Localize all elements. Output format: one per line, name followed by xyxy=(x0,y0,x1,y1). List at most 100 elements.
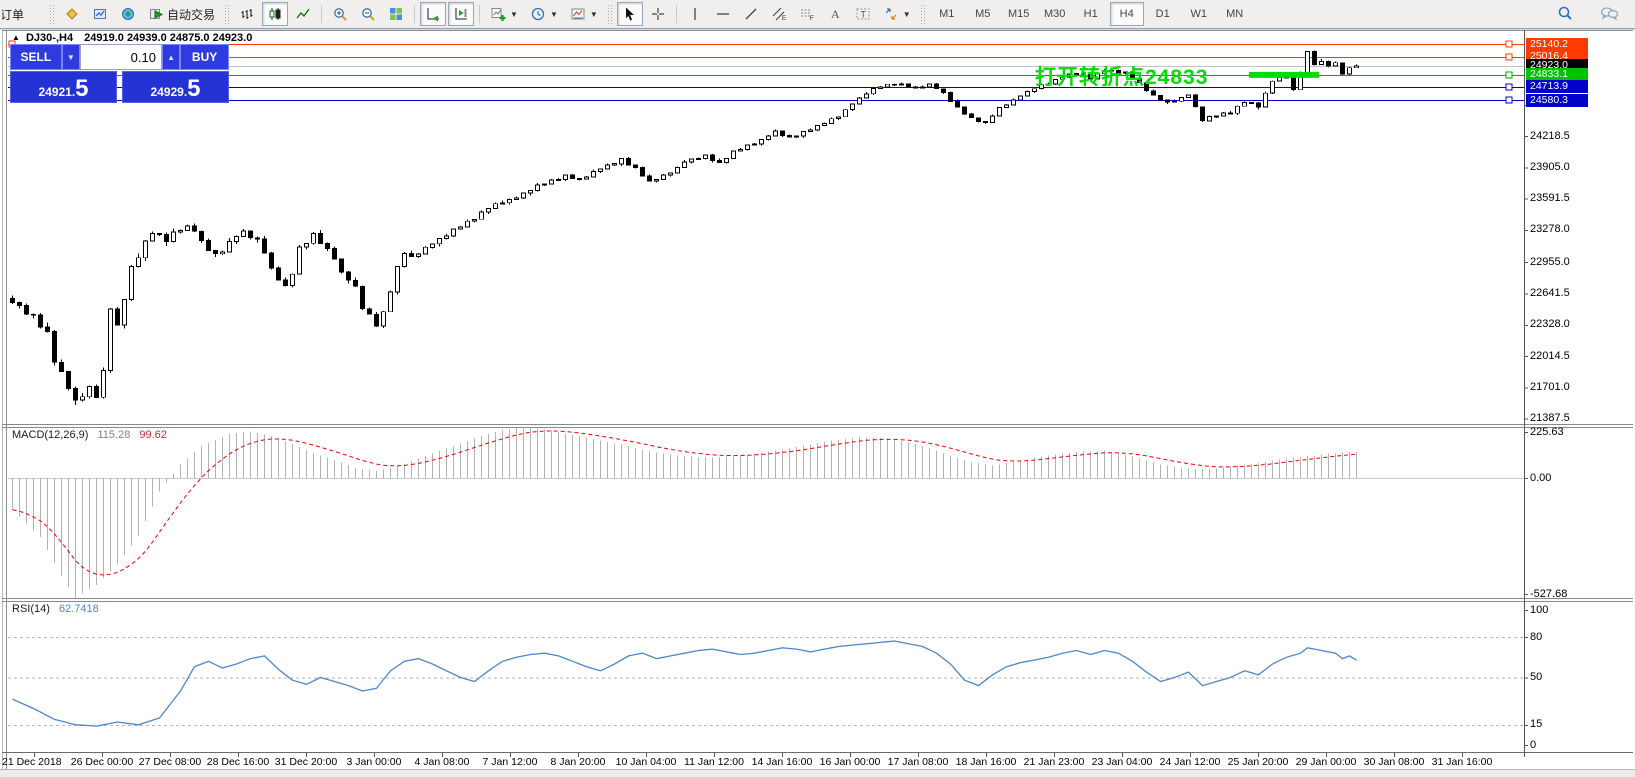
svg-text:A: A xyxy=(831,7,840,21)
main-toolbar: 订单 自动交易 xyxy=(0,0,1635,29)
triangle-down-icon: ▼ xyxy=(67,53,75,62)
chevron-down-icon: ▼ xyxy=(550,10,558,19)
triangle-up-icon: ▲ xyxy=(167,53,175,62)
toolbar-separator xyxy=(321,5,322,23)
volume-input[interactable] xyxy=(80,44,162,70)
timeframe-D1[interactable]: D1 xyxy=(1146,2,1180,26)
equidistant-channel-icon: E xyxy=(771,6,787,22)
data-window-button[interactable] xyxy=(87,2,113,26)
search-button[interactable] xyxy=(1551,2,1579,26)
indicators-button[interactable]: ▼ xyxy=(485,2,523,26)
vertical-line-button[interactable] xyxy=(682,2,708,26)
autotrade-button[interactable]: 自动交易 xyxy=(143,2,220,26)
zoom-out-button[interactable] xyxy=(355,2,381,26)
data-window-icon xyxy=(92,6,108,22)
toolbar-separator xyxy=(676,5,677,23)
tile-windows-icon xyxy=(388,6,404,22)
candlestick-chart-button[interactable] xyxy=(262,2,288,26)
timeframe-H1[interactable]: H1 xyxy=(1074,2,1108,26)
arrows-button[interactable]: ▼ xyxy=(878,2,916,26)
indicators-icon xyxy=(490,6,506,22)
timeframe-M1[interactable]: M1 xyxy=(930,2,964,26)
timeframe-M15[interactable]: M15 xyxy=(1002,2,1036,26)
chat-button[interactable] xyxy=(1594,2,1624,26)
macd-header: MACD(12,26,9) 115.28 99.62 xyxy=(12,429,167,441)
new-order-icon xyxy=(64,6,80,22)
chart-shift-button[interactable] xyxy=(448,2,474,26)
templates-button[interactable]: ▼ xyxy=(565,2,603,26)
sell-button-label: SELL xyxy=(21,50,52,64)
rsi-value: 62.7418 xyxy=(59,603,99,615)
toolbar-grip[interactable] xyxy=(607,4,613,24)
horizontal-line-button[interactable] xyxy=(710,2,736,26)
toolbar-grip[interactable] xyxy=(49,4,55,24)
buy-price-big-digit: 5 xyxy=(187,79,200,99)
svg-text:E: E xyxy=(782,16,786,22)
toolbar-grip[interactable] xyxy=(224,4,230,24)
svg-text:T: T xyxy=(860,10,866,20)
text-label-icon: T xyxy=(855,6,871,22)
candlestick-chart-icon xyxy=(267,6,283,22)
sell-price-big-digit: 5 xyxy=(75,79,88,99)
line-chart-button[interactable] xyxy=(290,2,316,26)
autotrade-icon xyxy=(148,6,164,22)
periods-button[interactable]: ▼ xyxy=(525,2,563,26)
line-chart-icon xyxy=(295,6,311,22)
chart-canvas[interactable] xyxy=(0,0,1635,777)
macd-value: 115.28 xyxy=(97,429,130,441)
buy-button-label: BUY xyxy=(192,50,217,64)
timeframe-group: M1M5M15M30H1H4D1W1MN xyxy=(929,2,1253,26)
text-button[interactable]: A xyxy=(822,2,848,26)
buy-button[interactable]: BUY xyxy=(180,44,229,70)
equidistant-channel-button[interactable]: E xyxy=(766,2,792,26)
macd-name: MACD(12,26,9) xyxy=(12,429,88,441)
volume-increase-button[interactable]: ▲ xyxy=(162,44,180,70)
rsi-header: RSI(14) 62.7418 xyxy=(12,603,99,615)
tile-windows-button[interactable] xyxy=(383,2,409,26)
timeframe-M30[interactable]: M30 xyxy=(1038,2,1072,26)
text-label-button[interactable]: T xyxy=(850,2,876,26)
sell-button[interactable]: SELL xyxy=(10,44,62,70)
timeframe-M5[interactable]: M5 xyxy=(966,2,1000,26)
bar-chart-button[interactable] xyxy=(234,2,260,26)
navigator-button[interactable] xyxy=(115,2,141,26)
chart-ohlc-values: 24919.0 24939.0 24875.0 24923.0 xyxy=(84,32,252,44)
crosshair-button[interactable] xyxy=(645,2,671,26)
timeframe-W1[interactable]: W1 xyxy=(1182,2,1216,26)
chat-icon xyxy=(1599,5,1619,23)
autotrade-label: 自动交易 xyxy=(167,6,215,23)
new-order-button[interactable]: 订单 xyxy=(1,2,45,26)
chevron-down-icon: ▼ xyxy=(510,10,518,19)
volume-decrease-button[interactable]: ▼ xyxy=(62,44,80,70)
mt4-window: 订单 自动交易 xyxy=(0,0,1635,777)
timeframe-MN[interactable]: MN xyxy=(1218,2,1252,26)
zoom-out-icon xyxy=(360,6,376,22)
chevron-down-icon: ▼ xyxy=(590,10,598,19)
zoom-in-button[interactable] xyxy=(327,2,353,26)
buy-price-button[interactable]: 24929. 5 xyxy=(122,71,229,103)
search-icon xyxy=(1556,5,1574,23)
toolbar-separator xyxy=(414,5,415,23)
toolbar-grip[interactable] xyxy=(920,4,926,24)
market-watch-button[interactable] xyxy=(59,2,85,26)
toolbar-separator xyxy=(479,5,480,23)
text-icon: A xyxy=(827,6,843,22)
horizontal-line-icon xyxy=(715,6,731,22)
bar-chart-icon xyxy=(239,6,255,22)
auto-scroll-icon xyxy=(425,6,441,22)
periods-icon xyxy=(530,6,546,22)
one-click-trading-panel: SELL ▼ ▲ BUY 24921. 5 24929. 5 xyxy=(10,44,229,103)
auto-scroll-button[interactable] xyxy=(420,2,446,26)
timeframe-H4[interactable]: H4 xyxy=(1110,2,1144,26)
templates-icon xyxy=(570,6,586,22)
fibonacci-button[interactable]: F xyxy=(794,2,820,26)
navigator-icon xyxy=(120,6,136,22)
sell-price: 24921. xyxy=(38,85,75,99)
chart-title: ▲ DJ30-,H4 24919.0 24939.0 24875.0 24923… xyxy=(12,32,252,44)
chart-annotation-text: 打开转折点24833 xyxy=(1035,61,1208,91)
chart-symbol-period: DJ30-,H4 xyxy=(26,32,73,44)
cursor-button[interactable] xyxy=(617,2,643,26)
chevron-down-icon: ▼ xyxy=(903,10,911,19)
sell-price-button[interactable]: 24921. 5 xyxy=(10,71,117,103)
trendline-button[interactable] xyxy=(738,2,764,26)
